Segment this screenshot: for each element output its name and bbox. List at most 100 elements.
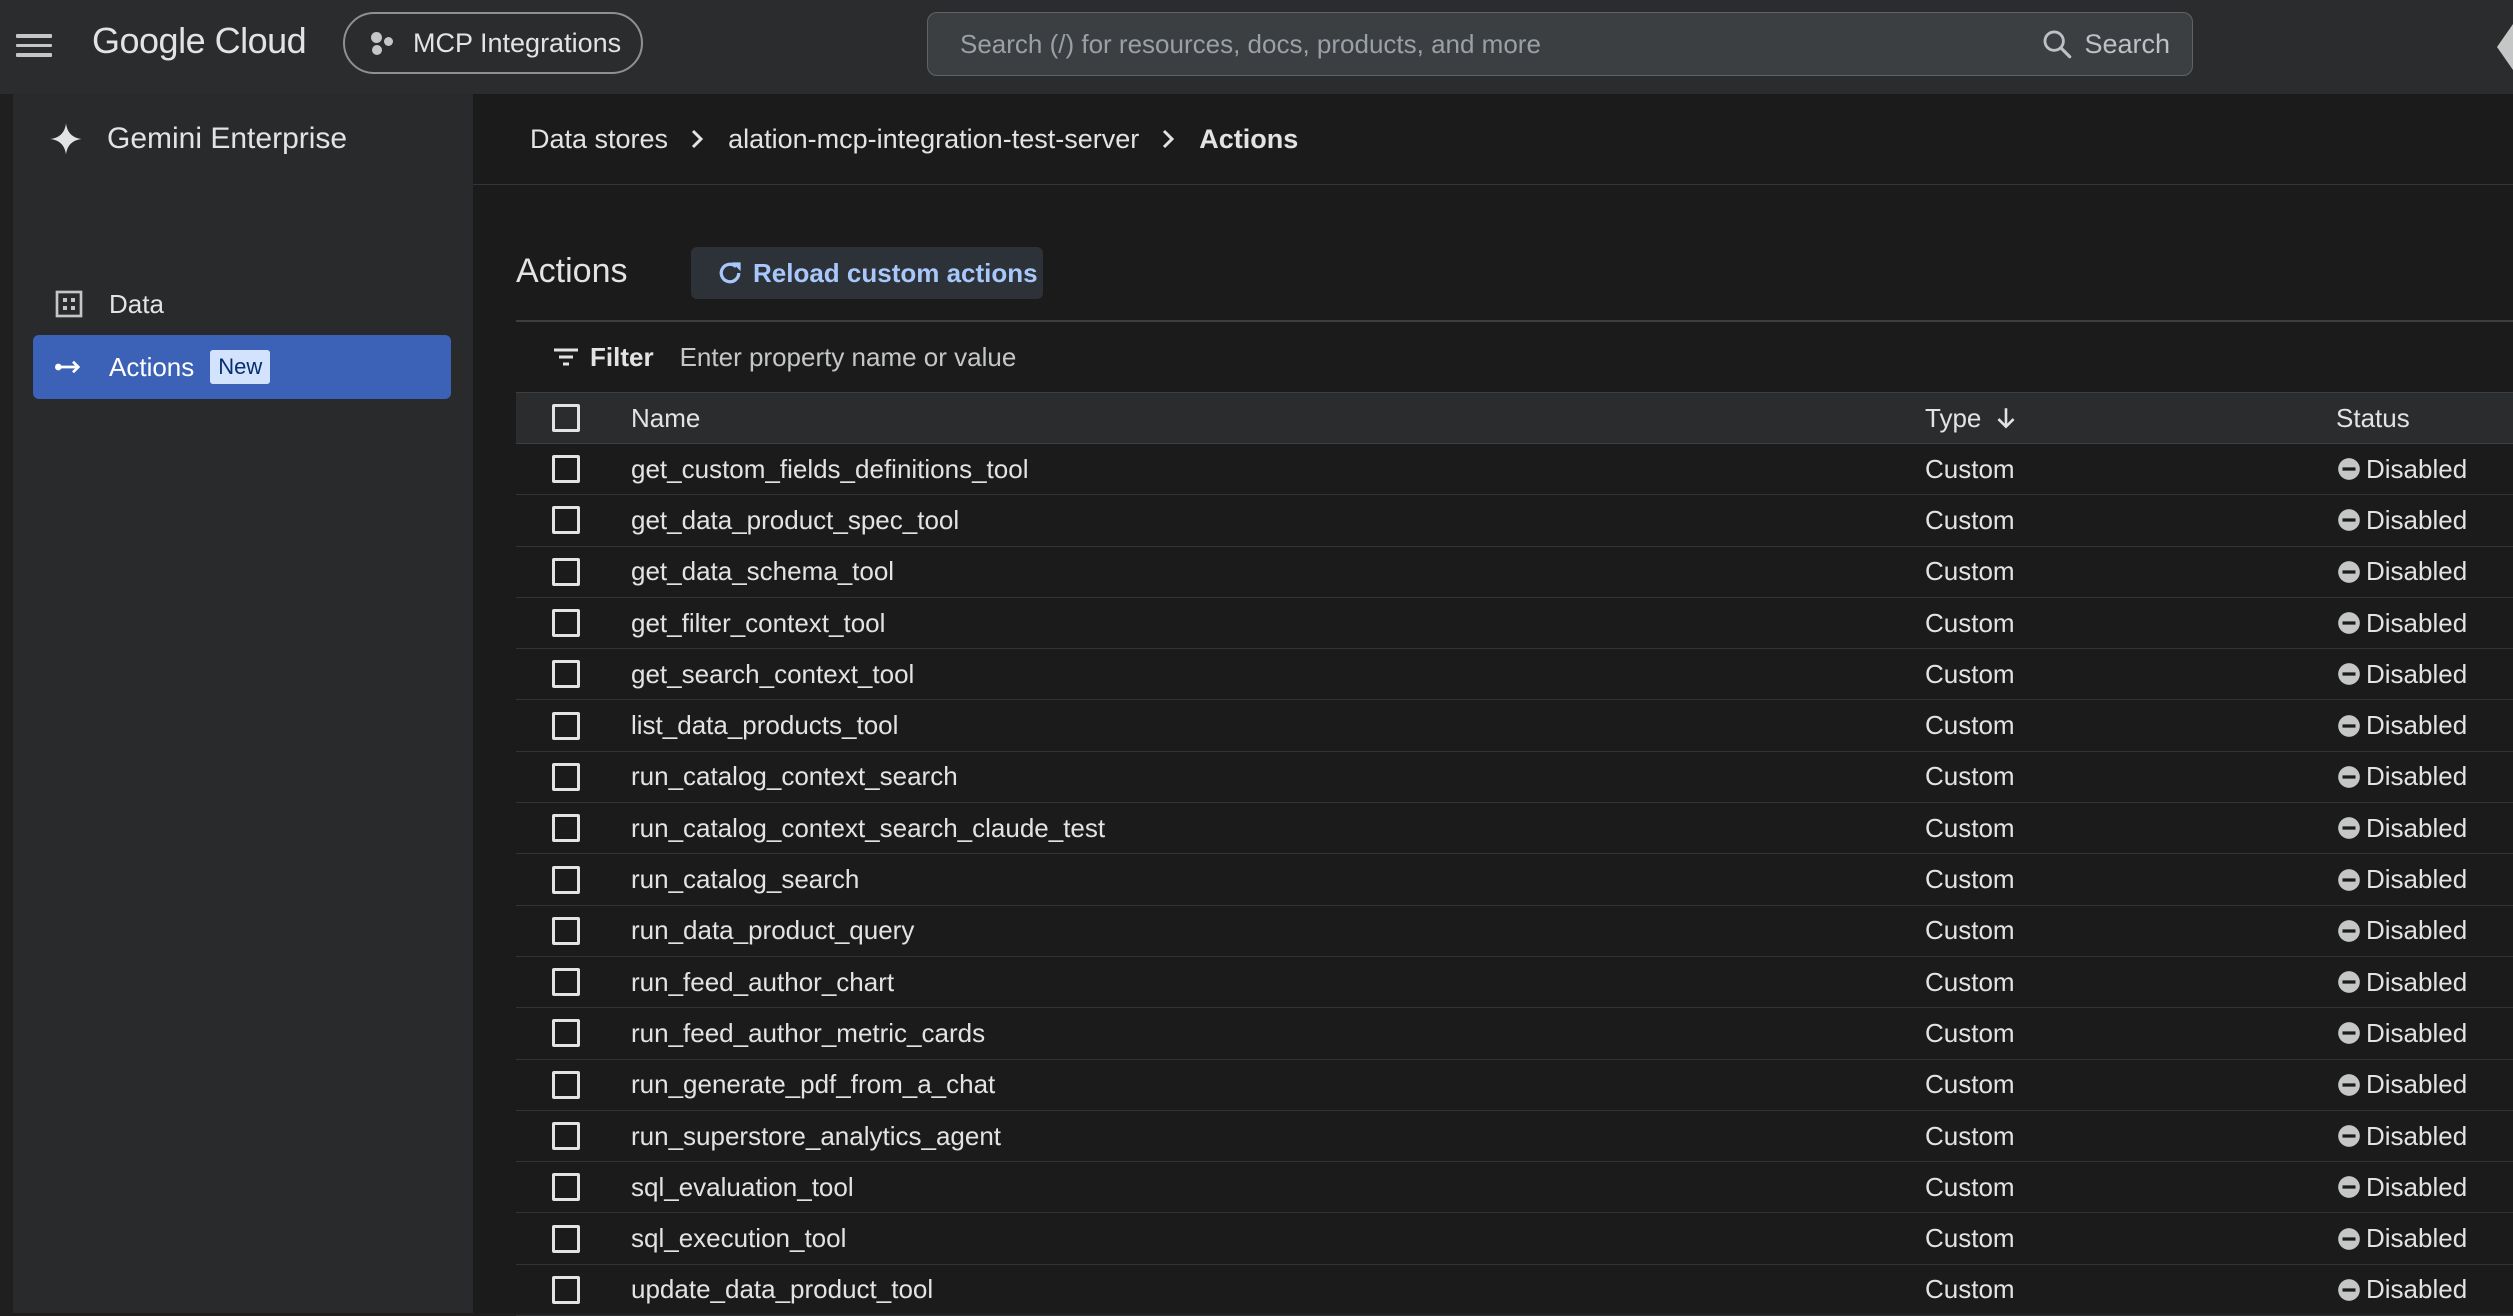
row-checkbox[interactable]	[552, 1122, 580, 1150]
action-status: Disabled	[2336, 915, 2467, 946]
table-row[interactable]: get_filter_context_tool Custom Disabled	[516, 598, 2513, 650]
action-name[interactable]: get_data_schema_tool	[631, 556, 894, 587]
sidebar-item-actions[interactable]: Actions New	[33, 335, 451, 399]
row-checkbox[interactable]	[552, 660, 580, 689]
table-row[interactable]: list_data_products_tool Custom Disabled	[516, 700, 2513, 752]
search-bar[interactable]: Search	[927, 12, 2193, 76]
action-status: Disabled	[2336, 454, 2467, 485]
project-picker-button[interactable]: MCP Integrations	[343, 12, 643, 74]
action-name[interactable]: run_generate_pdf_from_a_chat	[631, 1069, 995, 1100]
row-checkbox[interactable]	[552, 1019, 580, 1048]
row-checkbox[interactable]	[552, 557, 580, 586]
disabled-status-icon	[2338, 663, 2360, 686]
status-label: Disabled	[2366, 658, 2468, 689]
search-button[interactable]: Search	[2040, 27, 2170, 61]
action-name[interactable]: run_data_product_query	[631, 915, 914, 946]
table-row[interactable]: update_data_product_tool Custom Disabled	[516, 1265, 2513, 1316]
disabled-status-icon	[2338, 1227, 2360, 1250]
row-checkbox[interactable]	[552, 916, 580, 945]
sidebar-item-data[interactable]: Data	[33, 272, 451, 336]
status-label: Disabled	[2366, 1223, 2468, 1254]
action-status: Disabled	[2336, 1069, 2467, 1100]
status-label: Disabled	[2366, 864, 2468, 895]
table-row[interactable]: get_data_product_spec_tool Custom Disabled	[516, 495, 2513, 547]
hamburger-menu-icon[interactable]	[16, 28, 52, 64]
main-content: Data stores alation-mcp-integration-test…	[473, 94, 2513, 1316]
status-label: Disabled	[2366, 812, 2468, 843]
disabled-status-icon	[2338, 560, 2360, 583]
new-badge: New	[210, 350, 271, 384]
disabled-status-icon	[2338, 817, 2360, 840]
collapse-arrow-icon[interactable]	[2493, 24, 2513, 70]
row-checkbox[interactable]	[552, 1224, 580, 1253]
table-row[interactable]: sql_execution_tool Custom Disabled	[516, 1213, 2513, 1265]
table-row[interactable]: run_generate_pdf_from_a_chat Custom Disabl…	[516, 1060, 2513, 1111]
reload-custom-actions-button[interactable]: Reload custom actions	[691, 247, 1043, 299]
action-name[interactable]: run_feed_author_chart	[631, 967, 894, 998]
row-checkbox[interactable]	[552, 1275, 580, 1304]
project-dots-icon	[369, 29, 397, 57]
table-row[interactable]: run_catalog_context_search Custom Disabled	[516, 752, 2513, 804]
google-cloud-logo[interactable]: Google Cloud	[92, 20, 307, 62]
action-status: Disabled	[2336, 659, 2467, 690]
reload-button-label: Reload custom actions	[753, 257, 1038, 288]
table-row[interactable]: run_superstore_analytics_agent Custom Disa…	[516, 1111, 2513, 1163]
row-checkbox[interactable]	[552, 968, 580, 997]
action-type: Custom	[1925, 607, 2015, 638]
action-status: Disabled	[2336, 1172, 2467, 1203]
row-checkbox[interactable]	[552, 1070, 580, 1099]
table-row[interactable]: run_data_product_query Custom Disabled	[516, 906, 2513, 957]
select-all-checkbox[interactable]	[552, 404, 580, 432]
action-name[interactable]: list_data_products_tool	[631, 710, 898, 741]
table-row[interactable]: get_data_schema_tool Custom Disabled	[516, 547, 2513, 598]
row-checkbox[interactable]	[552, 762, 580, 791]
row-checkbox[interactable]	[552, 711, 580, 740]
filter-input[interactable]	[677, 340, 1482, 374]
action-type: Custom	[1925, 658, 2015, 689]
action-name[interactable]: get_custom_fields_definitions_tool	[631, 454, 1028, 485]
action-name[interactable]: run_catalog_search	[631, 864, 859, 895]
table-row[interactable]: run_catalog_search Custom Disabled	[516, 854, 2513, 906]
action-type: Custom	[1925, 761, 2015, 792]
disabled-status-icon	[2338, 971, 2360, 993]
column-header-name[interactable]: Name	[631, 403, 700, 434]
action-name[interactable]: run_superstore_analytics_agent	[631, 1121, 1001, 1152]
table-row[interactable]: run_catalog_context_search_claude_test Cu…	[516, 803, 2513, 855]
search-input[interactable]	[928, 12, 2041, 76]
row-checkbox[interactable]	[552, 609, 580, 638]
column-header-type-label: Type	[1925, 402, 1982, 433]
action-name[interactable]: update_data_product_tool	[631, 1274, 933, 1305]
filter-icon[interactable]	[552, 345, 580, 369]
action-name[interactable]: get_data_product_spec_tool	[631, 505, 959, 536]
table-row[interactable]: run_feed_author_chart Custom Disabled	[516, 957, 2513, 1009]
chevron-right-icon	[1161, 128, 1177, 150]
action-name[interactable]: sql_execution_tool	[631, 1223, 846, 1254]
breadcrumb-data-stores[interactable]: Data stores	[530, 124, 668, 155]
row-checkbox[interactable]	[552, 455, 580, 484]
breadcrumb-server[interactable]: alation-mcp-integration-test-server	[728, 124, 1139, 155]
action-name[interactable]: run_catalog_context_search_claude_test	[631, 813, 1105, 844]
table-row[interactable]: sql_evaluation_tool Custom Disabled	[516, 1162, 2513, 1214]
action-type: Custom	[1925, 453, 2015, 484]
table-row[interactable]: get_custom_fields_definitions_tool Custom…	[516, 444, 2513, 496]
action-status: Disabled	[2336, 761, 2467, 792]
action-name[interactable]: run_feed_author_metric_cards	[631, 1018, 985, 1049]
action-name[interactable]: get_filter_context_tool	[631, 608, 885, 639]
gemini-sparkle-icon	[50, 123, 82, 155]
table-row[interactable]: run_feed_author_metric_cards Custom Disabl…	[516, 1008, 2513, 1060]
action-name[interactable]: run_catalog_context_search	[631, 761, 958, 792]
column-header-type[interactable]: Type	[1925, 403, 2019, 434]
row-checkbox[interactable]	[552, 506, 580, 535]
table-row[interactable]: get_search_context_tool Custom Disabled	[516, 649, 2513, 701]
row-checkbox[interactable]	[552, 1173, 580, 1202]
action-status: Disabled	[2336, 864, 2467, 895]
action-type: Custom	[1925, 504, 2015, 535]
action-name[interactable]: sql_evaluation_tool	[631, 1172, 854, 1203]
status-label: Disabled	[2366, 915, 2468, 946]
row-checkbox[interactable]	[552, 865, 580, 894]
disabled-status-icon	[2338, 714, 2360, 737]
row-checkbox[interactable]	[552, 814, 580, 843]
disabled-status-icon	[2338, 766, 2360, 788]
column-header-status[interactable]: Status	[2336, 403, 2410, 434]
action-name[interactable]: get_search_context_tool	[631, 659, 914, 690]
